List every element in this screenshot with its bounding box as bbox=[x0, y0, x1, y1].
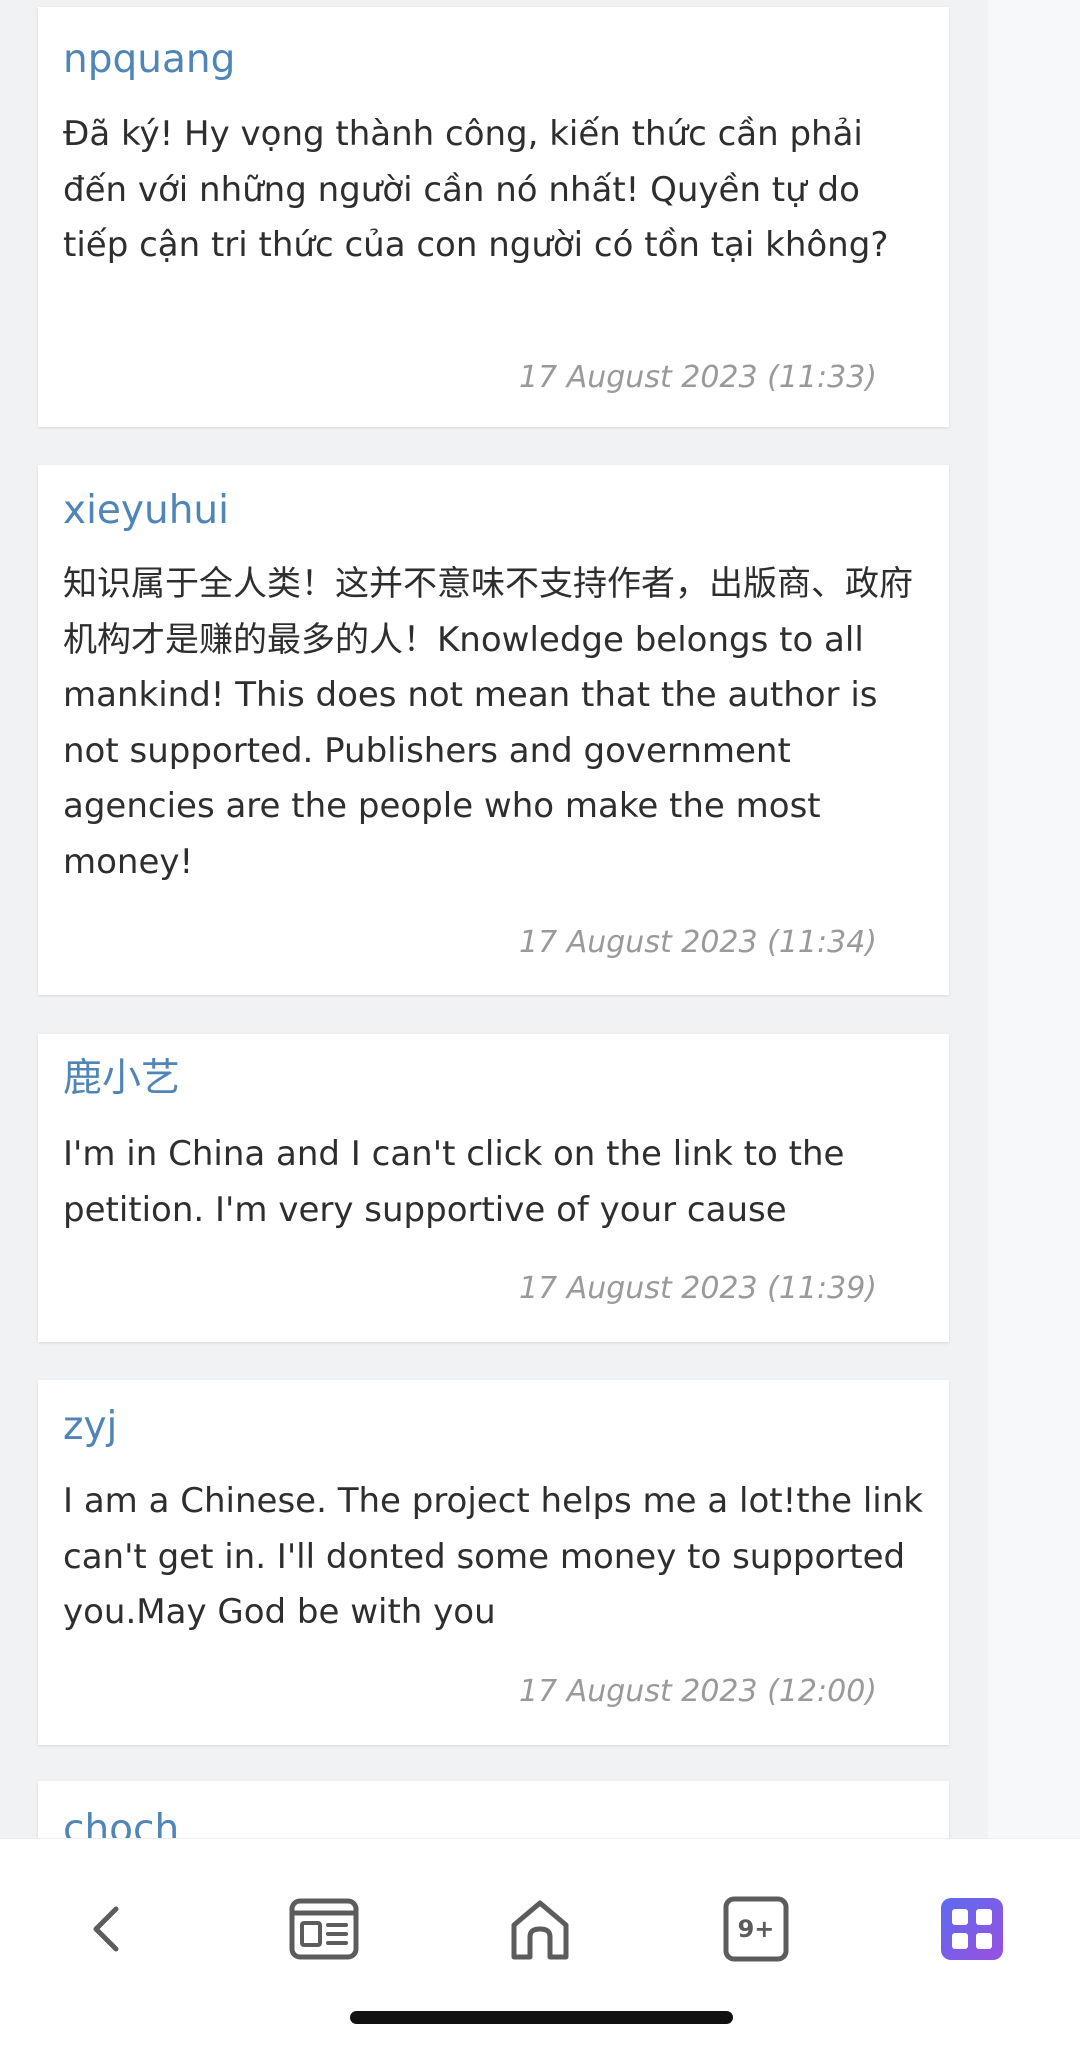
home-icon bbox=[506, 1895, 574, 1963]
comment-card: zyj I am a Chinese. The project helps me… bbox=[38, 1380, 949, 1745]
bottom-navigation-bar: 9+ bbox=[0, 1838, 1080, 2047]
comments-list[interactable]: npquang Đã ký! Hy vọng thành công, kiến … bbox=[0, 0, 1080, 1838]
home-button[interactable] bbox=[492, 1881, 588, 1977]
tabs-count-badge: 9+ bbox=[737, 1915, 775, 1943]
news-button[interactable] bbox=[276, 1881, 372, 1977]
apps-button[interactable] bbox=[924, 1881, 1020, 1977]
tabs-button[interactable]: 9+ bbox=[708, 1881, 804, 1977]
comment-text: 知识属于全人类！这并不意味不支持作者，出版商、政府机构才是赚的最多的人！Know… bbox=[63, 564, 913, 882]
comment-author[interactable]: 鹿小艺 bbox=[63, 1056, 180, 1102]
apps-grid-icon bbox=[939, 1896, 1005, 1962]
back-button[interactable] bbox=[60, 1881, 156, 1977]
home-indicator[interactable] bbox=[350, 2011, 733, 2024]
comment-author[interactable]: npquang bbox=[63, 37, 235, 83]
comment-date: 17 August 2023 (11:34) bbox=[519, 925, 877, 960]
comment-card: 鹿小艺 I'm in China and I can't click on th… bbox=[38, 1034, 949, 1342]
comment-text: Đã ký! Hy vọng thành công, kiến thức cần… bbox=[63, 114, 889, 265]
news-icon bbox=[288, 1897, 360, 1961]
comment-text: I am a Chinese. The project helps me a l… bbox=[63, 1481, 923, 1632]
comment-text: I'm in China and I can't click on the li… bbox=[63, 1134, 845, 1230]
comment-date: 17 August 2023 (11:33) bbox=[519, 360, 877, 395]
comment-author[interactable]: choch bbox=[63, 1807, 179, 1838]
comment-author[interactable]: xieyuhui bbox=[63, 488, 229, 534]
comment-card: xieyuhui 知识属于全人类！这并不意味不支持作者，出版商、政府机构才是赚的… bbox=[38, 465, 949, 995]
comment-card: npquang Đã ký! Hy vọng thành công, kiến … bbox=[38, 7, 949, 427]
comment-card: choch bbox=[38, 1781, 949, 1838]
comment-date: 17 August 2023 (12:00) bbox=[519, 1674, 877, 1709]
page-gutter bbox=[988, 0, 1080, 1838]
tabs-icon: 9+ bbox=[723, 1896, 789, 1962]
comment-date: 17 August 2023 (11:39) bbox=[519, 1271, 877, 1306]
back-arrow-icon bbox=[78, 1899, 138, 1959]
comment-author[interactable]: zyj bbox=[63, 1404, 117, 1450]
